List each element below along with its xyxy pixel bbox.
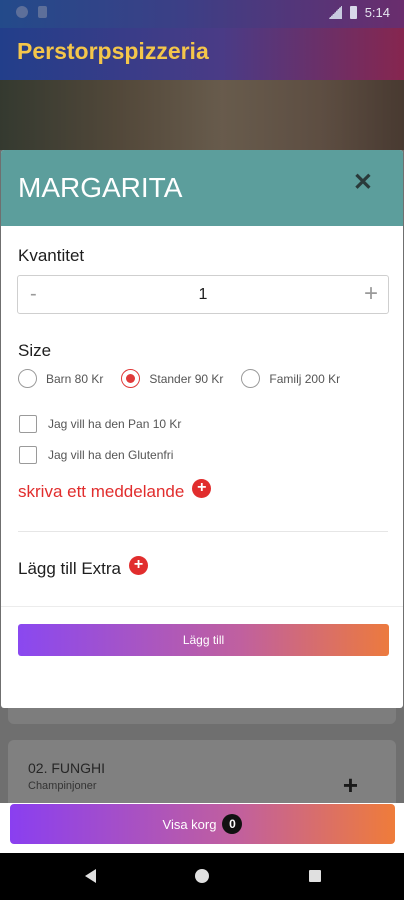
add-cart-icon[interactable]: + [343, 770, 358, 801]
modal-title: MARGARITA [18, 172, 183, 203]
quantity-label: Kvantitet [18, 246, 85, 265]
menu-item-name: 02. FUNGHI [28, 760, 106, 776]
system-nav-bar [0, 853, 404, 900]
signal-icon [327, 6, 342, 19]
status-time: 5:14 [364, 5, 390, 20]
cart-count-badge: 0 [222, 814, 243, 834]
size-option-stander[interactable]: Stander 90 Kr [121, 369, 223, 388]
recent-apps-icon[interactable] [309, 870, 321, 882]
option-glutenfri[interactable]: Jag vill ha den Glutenfri [19, 446, 173, 464]
status-icons-left [16, 6, 47, 18]
size-options: Barn 80 Kr Stander 90 Kr Familj 200 Kr [18, 369, 358, 388]
option-label: Jag vill ha den Pan 10 Kr [48, 417, 182, 431]
status-bar: 5:14 [0, 0, 404, 28]
size-option-label: Stander 90 Kr [149, 371, 224, 386]
view-cart-button[interactable]: Visa korg 0 [10, 804, 395, 844]
close-icon[interactable]: ✕ [353, 168, 373, 197]
divider [1, 606, 403, 607]
write-message-row[interactable]: skriva ett meddelande + [18, 478, 212, 502]
notification-icon [16, 6, 28, 18]
menu-item-description: Champinjoner [28, 780, 97, 792]
modal-header: MARGARITA ✕ [1, 150, 403, 226]
app-title: Perstorpspizzeria [17, 38, 209, 64]
add-extra-row[interactable]: Lägg till Extra + [18, 555, 148, 579]
quantity-value[interactable]: 1 [18, 286, 388, 304]
product-modal: MARGARITA ✕ Kvantitet - 1 + Size Barn 80… [1, 150, 403, 708]
option-pan[interactable]: Jag vill ha den Pan 10 Kr [19, 415, 181, 433]
write-message-label[interactable]: skriva ett meddelande [18, 482, 184, 502]
radio-button[interactable] [18, 369, 37, 388]
size-option-label: Barn 80 Kr [46, 371, 104, 386]
add-to-cart-button[interactable]: Lägg till [18, 624, 389, 656]
quantity-stepper: - 1 + [17, 275, 389, 314]
battery-icon [349, 6, 357, 19]
add-extra-label[interactable]: Lägg till Extra [18, 559, 121, 579]
status-icons-right: 5:14 [327, 5, 390, 20]
home-icon[interactable] [195, 869, 209, 883]
checkbox[interactable] [19, 446, 37, 464]
radio-button[interactable] [241, 369, 261, 388]
size-label: Size [18, 341, 52, 360]
size-option-familj[interactable]: Familj 200 Kr [241, 369, 340, 388]
divider [18, 531, 388, 532]
increment-button[interactable]: + [364, 280, 378, 308]
back-icon[interactable] [85, 869, 96, 883]
menu-item-card[interactable]: 02. FUNGHI Champinjoner + [8, 740, 396, 810]
sim-card-icon [38, 6, 47, 18]
view-cart-label: Visa korg [162, 816, 217, 832]
app-header: Perstorpspizzeria [0, 28, 404, 80]
option-label: Jag vill ha den Glutenfri [48, 448, 174, 462]
size-option-label: Familj 200 Kr [269, 371, 341, 386]
radio-button[interactable] [121, 369, 141, 388]
add-extra-icon[interactable]: + [129, 555, 148, 575]
checkbox[interactable] [19, 415, 37, 433]
hero-image [0, 80, 404, 150]
size-option-barn[interactable]: Barn 80 Kr [18, 369, 103, 388]
add-message-icon[interactable]: + [192, 478, 212, 498]
